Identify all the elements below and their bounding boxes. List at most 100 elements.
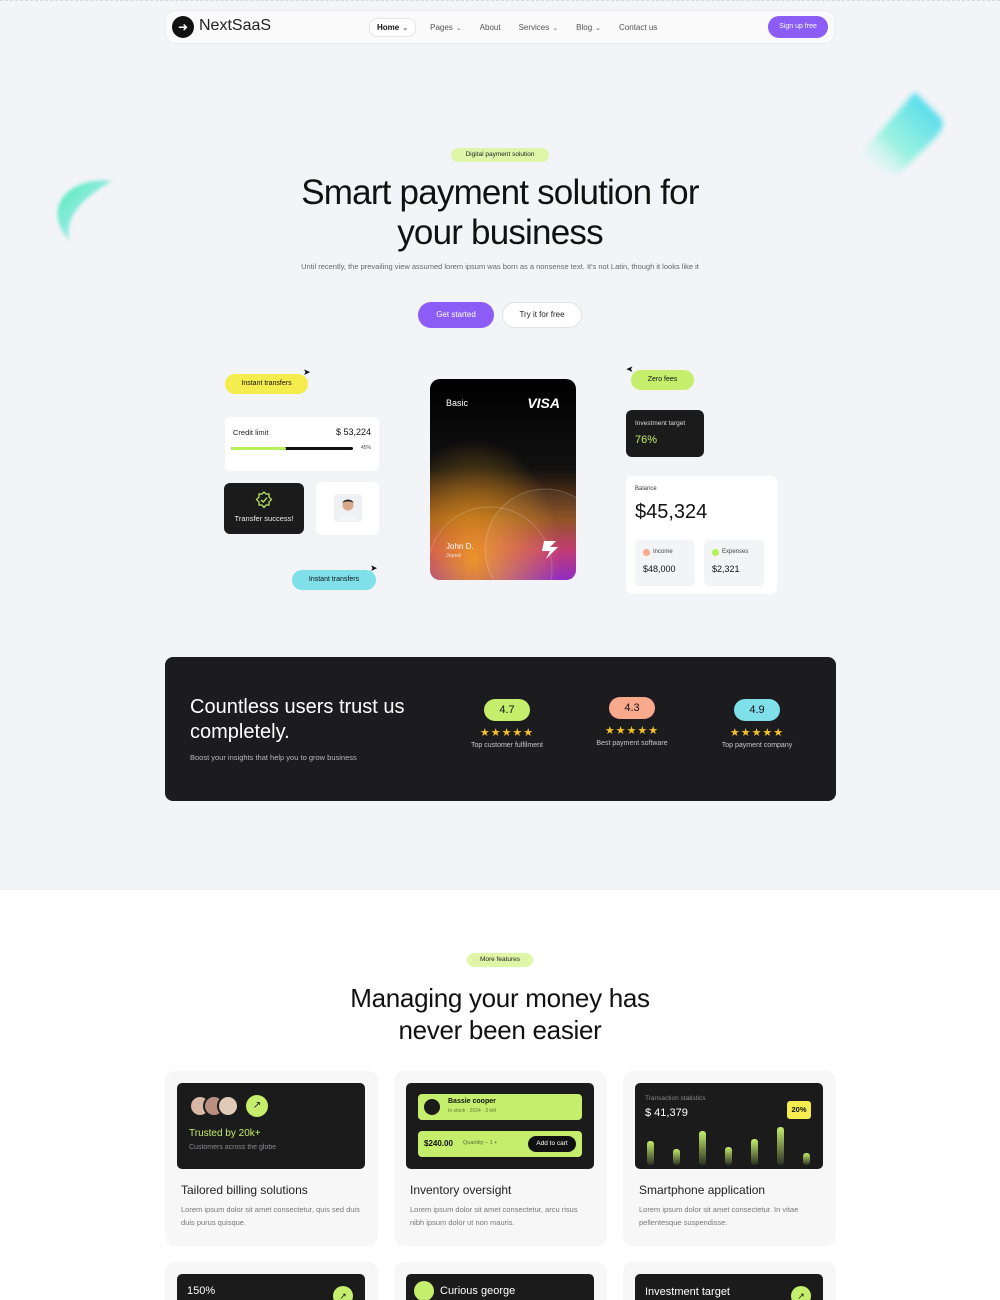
investment-target-value: 76% [635,434,658,446]
arrow-up-right-icon: ↗ [246,1095,268,1117]
get-started-button[interactable]: Get started [418,302,494,328]
logo-text[interactable]: NextSaaS [199,17,271,35]
features-title-line-1: Managing your money has [350,983,650,1013]
investment-target-label: Investment target [635,420,686,427]
investment-preview: Investment target ↗ [635,1274,823,1300]
avatar [217,1095,239,1117]
credit-limit-percent: 45% [360,445,371,451]
trust-section: Countless users trust us completely. Boo… [165,657,836,801]
decorative-leaf-left [57,180,112,241]
trusted-label: Trusted by 20k+ [189,1128,261,1139]
feature-card-growth: 150% ↗ [165,1262,378,1300]
cursor-icon: ➤ [370,563,378,573]
person-icon [334,494,362,522]
avatar [334,494,362,522]
features-title-line-2: never been easier [398,1015,602,1045]
visa-card: Basic VISA John D. Joyed [430,379,576,580]
expenses-box: Expenses $2,321 [704,540,764,586]
item-price: $240.00 [424,1139,453,1148]
rating-3: 4.9 ★★★★★ Top payment company [697,699,817,749]
chart-bar [803,1153,810,1165]
trusted-sub: Customers across the globe [189,1144,277,1151]
features-title: Managing your money has never been easie… [250,982,750,1046]
feature-desc: Lorem ipsum dolor sit amet consectetur, … [410,1205,578,1227]
expenses-dot-icon [712,549,719,556]
income-dot-icon [643,549,650,556]
cursor-icon: ➤ [303,367,311,377]
feature-title: Smartphone application [639,1183,766,1197]
nav-links: Home ⌄ Pages ⌄ About Services ⌄ Blog ⌄ Conta… [369,18,675,37]
nav-contact[interactable]: Contact us [619,23,657,32]
star-icons: ★★★★★ [479,727,535,739]
income-box: Income $48,000 [635,540,695,586]
chevron-down-icon: ⌄ [402,24,409,32]
item-name: Bassie cooper [448,1098,496,1105]
arrow-up-right-icon: ↗ [791,1286,811,1300]
nav-about[interactable]: About [480,23,501,32]
nav-pages[interactable]: Pages ⌄ [430,23,462,32]
hero-subtitle: Until recently, the prevailing view assu… [301,262,699,271]
nav-home[interactable]: Home ⌄ [369,18,417,37]
feature-title: Inventory oversight [410,1183,512,1197]
hero-title-line-1: Smart payment solution for [301,173,699,212]
credit-limit-bar [231,447,353,450]
logo-icon[interactable]: ➜ [172,16,194,38]
star-icons: ★★★★★ [729,727,785,739]
nav-pages-label: Pages [430,23,453,32]
hero-title-line-2: your business [397,213,603,252]
stats-value: $ 41,379 [645,1107,688,1119]
rating-label: Top payment company [721,742,793,749]
feature-card-billing: ↗ Trusted by 20k+ Customers across the g… [165,1071,378,1246]
check-badge-icon [255,491,273,509]
hero-badge: Digital payment solution [451,148,549,162]
card-tier: Basic [446,398,469,408]
trust-subtitle: Boost your insights that help you to gro… [190,753,357,762]
trust-title: Countless users trust us completely. [190,696,405,743]
feature-desc: Lorem ipsum dolor sit amet consectetur, … [181,1205,360,1227]
feature-desc: Lorem ipsum dolor sit amet consectetur. … [639,1205,799,1227]
balance-label: Balance [635,486,657,492]
credit-limit-card: Credit limit $ 53,224 45% [225,417,379,471]
nav-blog[interactable]: Blog ⌄ [576,23,601,32]
stats-preview: Transaction statistics $ 41,379 20% [635,1083,823,1169]
hero-title: Smart payment solution for your business [200,173,800,253]
rating-score: 4.7 [484,699,530,721]
rating-score: 4.9 [734,699,780,721]
transfer-success-label: Transfer success! [234,514,294,523]
stats-label: Transaction statistics [645,1095,706,1102]
signup-button[interactable]: Sign up free [768,16,828,38]
nav-contact-label: Contact us [619,23,658,32]
cart-row: $240.00 Quantity – 1 + Add to cart [418,1131,582,1157]
inventory-preview: Bassie cooper In stock · 2024 · 3 left $… [406,1083,594,1169]
growth-preview: 150% ↗ [177,1274,365,1300]
chart-bar [699,1131,706,1165]
instant-transfers-tag-2: Instant transfers [292,570,376,590]
nav-services[interactable]: Services ⌄ [519,23,559,32]
feature-card-profile: Curious george [394,1262,607,1300]
navbar: ➜ NextSaaS Home ⌄ Pages ⌄ About Services ⌄ … [165,10,835,44]
income-label: Income [653,549,673,555]
avatar-card [316,482,379,535]
investment-target-card: Investment target 76% [626,410,704,457]
credit-limit-label: Credit limit [233,428,269,437]
quantity-stepper[interactable]: Quantity – 1 + [463,1140,497,1146]
add-to-cart-button[interactable]: Add to cart [528,1136,576,1152]
balance-value: $45,324 [635,501,708,523]
rating-label: Top customer fulfilment [471,742,543,749]
chevron-down-icon: ⌄ [595,24,602,32]
arrow-up-right-icon: ↗ [333,1286,353,1300]
rating-2: 4.3 ★★★★★ Best payment software [572,697,692,747]
zero-fees-tag: Zero fees [631,370,694,390]
inventory-item: Bassie cooper In stock · 2024 · 3 left [418,1094,582,1120]
chart-bar [647,1141,654,1165]
try-free-button[interactable]: Try it for free [502,302,582,328]
balance-card: Balance $45,324 Income $48,000 Expenses … [626,476,777,594]
nav-about-label: About [479,23,501,32]
growth-value: 150% [187,1285,216,1297]
expenses-value: $2,321 [712,564,740,574]
rating-1: 4.7 ★★★★★ Top customer fulfilment [447,699,567,749]
avatar [414,1281,434,1300]
nav-services-label: Services [518,23,550,32]
expenses-label: Expenses [722,549,749,555]
feature-title: Tailored billing solutions [181,1183,308,1197]
